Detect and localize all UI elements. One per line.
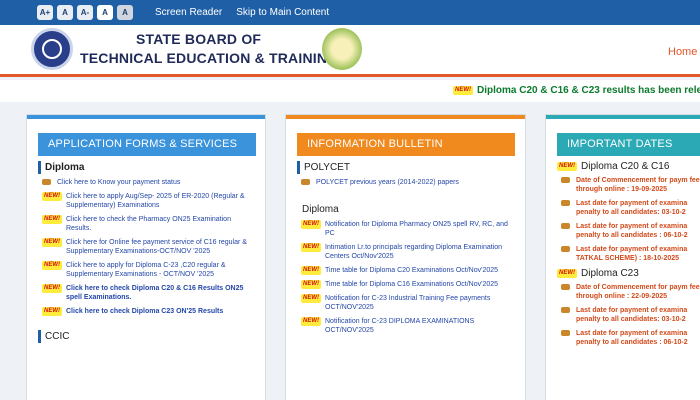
list-item-text: Last date for payment of examina penalty… xyxy=(576,307,688,323)
bullet-icon xyxy=(561,177,570,183)
section-heading-diploma: Diploma xyxy=(302,204,339,215)
list-item-link[interactable]: Time table for Diploma C16 Examinations … xyxy=(325,280,498,289)
new-badge: NEW! xyxy=(301,220,321,229)
theme-dark-button[interactable]: A xyxy=(117,5,133,20)
list-item[interactable]: Last date for payment of examina penalty… xyxy=(561,222,700,240)
list-item-link[interactable]: POLYCET previous years (2014-2022) paper… xyxy=(316,178,459,187)
panel-stripe xyxy=(27,115,265,119)
list-item[interactable]: POLYCET previous years (2014-2022) paper… xyxy=(301,178,515,187)
list-item[interactable]: Click here to Know your payment status xyxy=(42,178,255,187)
new-badge: NEW! xyxy=(42,192,62,201)
bullet-icon xyxy=(561,284,570,290)
site-header: STATE BOARD OF TECHNICAL EDUCATION & TRA… xyxy=(0,25,700,77)
section-heading-c20-c16: NEW! Diploma C20 & C16 xyxy=(557,161,700,172)
list-item[interactable]: NEW! Click here to check Diploma C23 ON'… xyxy=(42,307,255,316)
new-badge: NEW! xyxy=(42,261,62,270)
list-item-text: Last date for payment of examina penalty… xyxy=(576,330,688,346)
news-ticker: NEW! Diploma C20 & C16 & C23 results has… xyxy=(0,80,700,102)
list-item[interactable]: NEW! Click here to apply for Diploma C-2… xyxy=(42,261,255,279)
list-item[interactable]: NEW! Time table for Diploma C16 Examinat… xyxy=(301,280,515,289)
section-heading-text: Diploma C20 & C16 xyxy=(581,161,670,172)
application-forms-panel: APPLICATION FORMS & SERVICES Diploma Cli… xyxy=(26,114,266,400)
list-item[interactable]: NEW! Intimation Lr.to principals regardi… xyxy=(301,243,515,261)
section-heading-c23: NEW! Diploma C23 xyxy=(557,268,700,279)
accessibility-bar: A+ A A- A A Screen Reader Skip to Main C… xyxy=(0,0,700,25)
theme-light-button[interactable]: A xyxy=(97,5,113,20)
list-item-link[interactable]: Time table for Diploma C20 Examinations … xyxy=(325,266,498,275)
list-item-text: Last date for payment of examina TATKAL … xyxy=(576,246,688,262)
panel-title: INFORMATION BULLETIN xyxy=(297,133,515,156)
list-item[interactable]: NEW! Click here to apply Aug/Sep- 2025 o… xyxy=(42,192,255,210)
list-item[interactable]: Last date for payment of examina penalty… xyxy=(561,306,700,324)
bullet-icon xyxy=(561,200,570,206)
list-item[interactable]: NEW! Click here to check Diploma C20 & C… xyxy=(42,284,255,302)
new-badge: NEW! xyxy=(42,307,62,316)
new-badge: NEW! xyxy=(42,238,62,247)
list-item-link[interactable]: Click here to check Diploma C23 ON'25 Re… xyxy=(66,307,223,316)
list-item-link[interactable]: Intimation Lr.to principals regarding Di… xyxy=(325,243,515,261)
list-item[interactable]: Last date for payment of examina TATKAL … xyxy=(561,245,700,263)
font-normal-button[interactable]: A xyxy=(57,5,73,20)
bullet-icon xyxy=(301,179,310,185)
bullet-icon xyxy=(42,179,51,185)
site-title-line2: TECHNICAL EDUCATION & TRAINING xyxy=(80,50,339,66)
font-decrease-button[interactable]: A- xyxy=(77,5,93,20)
section-heading-text: Diploma C23 xyxy=(581,268,639,279)
list-item-link[interactable]: Click here to apply for Diploma C-23 ,C2… xyxy=(66,261,255,279)
new-badge: NEW! xyxy=(301,280,321,289)
panel-stripe xyxy=(546,115,700,119)
panel-title: APPLICATION FORMS & SERVICES xyxy=(38,133,256,156)
bullet-icon xyxy=(561,246,570,252)
list-item-text: Date of Commencement for paym fee throug… xyxy=(576,284,700,300)
list-item[interactable]: NEW! Notification for C-23 DIPLOMA EXAMI… xyxy=(301,317,515,335)
important-dates-panel: IMPORTANT DATES NEW! Diploma C20 & C16 D… xyxy=(545,114,700,400)
list-item-text: Last date for payment of examina penalty… xyxy=(576,223,688,239)
nav-home-link[interactable]: Home xyxy=(668,46,697,58)
list-item[interactable]: NEW! Notification for Diploma Pharmacy O… xyxy=(301,220,515,238)
new-badge: NEW! xyxy=(557,269,577,278)
skip-to-main-link[interactable]: Skip to Main Content xyxy=(236,7,329,18)
list-item-link[interactable]: Click here to check the Pharmacy ON25 Ex… xyxy=(66,215,255,233)
list-item[interactable]: Last date for payment of examina penalty… xyxy=(561,329,700,347)
section-heading-polycet: POLYCET xyxy=(297,161,525,174)
list-item-link[interactable]: Notification for C-23 Industrial Trainin… xyxy=(325,294,515,312)
section-heading-ccic: CCIC xyxy=(38,330,265,343)
list-item-link[interactable]: Click here to Know your payment status xyxy=(57,178,180,187)
section-heading-diploma: Diploma xyxy=(38,161,265,174)
information-bulletin-panel: INFORMATION BULLETIN POLYCET POLYCET pre… xyxy=(285,114,526,400)
list-item-link[interactable]: Notification for C-23 DIPLOMA EXAMINATIO… xyxy=(325,317,515,335)
ticker-message[interactable]: Diploma C20 & C16 & C23 results has been… xyxy=(477,85,700,96)
new-badge: NEW! xyxy=(557,162,577,171)
new-badge: NEW! xyxy=(301,294,321,303)
state-emblem-logo xyxy=(322,28,362,70)
list-item-link[interactable]: Click here to check Diploma C20 & C16 Re… xyxy=(66,284,255,302)
list-item-link[interactable]: Notification for Diploma Pharmacy ON25 s… xyxy=(325,220,515,238)
new-badge: NEW! xyxy=(301,317,321,326)
list-item[interactable]: NEW! Click here to check the Pharmacy ON… xyxy=(42,215,255,233)
font-increase-button[interactable]: A+ xyxy=(37,5,53,20)
new-badge: NEW! xyxy=(301,243,321,252)
panel-stripe xyxy=(286,115,525,119)
sbtet-logo[interactable] xyxy=(31,28,73,70)
bullet-icon xyxy=(561,307,570,313)
new-badge: NEW! xyxy=(453,86,473,95)
bullet-icon xyxy=(561,330,570,336)
new-badge: NEW! xyxy=(42,215,62,224)
screen-reader-link[interactable]: Screen Reader xyxy=(155,7,222,18)
list-item[interactable]: Last date for payment of examina penalty… xyxy=(561,199,700,217)
list-item-text: Last date for payment of examina penalty… xyxy=(576,200,688,216)
bullet-icon xyxy=(561,223,570,229)
new-badge: NEW! xyxy=(42,284,62,293)
list-item[interactable]: Date of Commencement for paym fee throug… xyxy=(561,283,700,301)
list-item-link[interactable]: Click here to apply Aug/Sep- 2025 of ER-… xyxy=(66,192,255,210)
list-item-link[interactable]: Click here for Online fee payment servic… xyxy=(66,238,255,256)
list-item[interactable]: NEW! Click here for Online fee payment s… xyxy=(42,238,255,256)
list-item[interactable]: Date of Commencement for paym fee throug… xyxy=(561,176,700,194)
panel-title: IMPORTANT DATES xyxy=(557,133,700,156)
list-item[interactable]: NEW! Time table for Diploma C20 Examinat… xyxy=(301,266,515,275)
new-badge: NEW! xyxy=(301,266,321,275)
site-title-line1: STATE BOARD OF xyxy=(136,31,262,47)
list-item-text: Date of Commencement for paym fee throug… xyxy=(576,177,700,193)
list-item[interactable]: NEW! Notification for C-23 Industrial Tr… xyxy=(301,294,515,312)
